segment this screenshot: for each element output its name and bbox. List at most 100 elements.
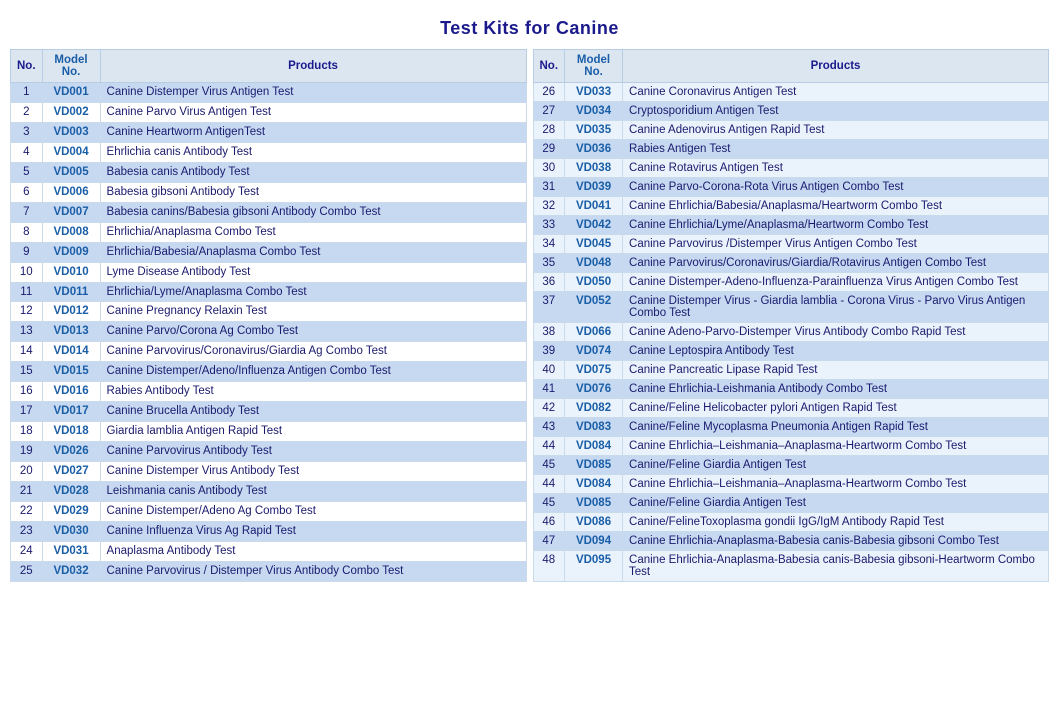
row-product: Canine Parvovirus / Distemper Virus Anti…	[100, 561, 526, 581]
row-model: VD003	[42, 122, 100, 142]
row-model: VD004	[42, 142, 100, 162]
row-no: 2	[11, 102, 43, 122]
row-model: VD032	[42, 561, 100, 581]
right-col-model: Model No.	[565, 50, 623, 83]
row-product: Canine/Feline Mycoplasma Pneumonia Antig…	[623, 418, 1049, 437]
row-model: VD018	[42, 422, 100, 442]
row-no: 15	[11, 362, 43, 382]
table-row: 8 VD008 Ehrlichia/Anaplasma Combo Test	[11, 222, 527, 242]
row-model: VD027	[42, 462, 100, 482]
row-product: Canine Ehrlichia–Leishmania–Anaplasma-He…	[623, 437, 1049, 456]
row-no: 20	[11, 462, 43, 482]
table-row: 14 VD014 Canine Parvovirus/Coronavirus/G…	[11, 342, 527, 362]
table-row: 23 VD030 Canine Influenza Virus Ag Rapid…	[11, 521, 527, 541]
row-model: VD006	[42, 182, 100, 202]
row-product: Canine/Feline Giardia Antigen Test	[623, 494, 1049, 513]
row-no: 24	[11, 541, 43, 561]
row-product: Canine Parvo-Corona-Rota Virus Antigen C…	[623, 178, 1049, 197]
row-model: VD086	[565, 513, 623, 532]
row-model: VD012	[42, 302, 100, 322]
row-no: 22	[11, 502, 43, 522]
left-table: No. Model No. Products 1 VD001 Canine Di…	[10, 49, 527, 582]
table-row: 18 VD018 Giardia lamblia Antigen Rapid T…	[11, 422, 527, 442]
row-no: 5	[11, 162, 43, 182]
row-product: Cryptosporidium Antigen Test	[623, 102, 1049, 121]
row-product: Canine Ehrlichia/Lyme/Anaplasma/Heartwor…	[623, 216, 1049, 235]
row-model: VD045	[565, 235, 623, 254]
row-no: 36	[533, 273, 565, 292]
row-product: Canine Adenovirus Antigen Rapid Test	[623, 121, 1049, 140]
row-no: 9	[11, 242, 43, 262]
row-product: Canine Coronavirus Antigen Test	[623, 83, 1049, 102]
table-row: 45 VD085 Canine/Feline Giardia Antigen T…	[533, 494, 1049, 513]
row-product: Canine/FelineToxoplasma gondii IgG/IgM A…	[623, 513, 1049, 532]
table-row: 31 VD039 Canine Parvo-Corona-Rota Virus …	[533, 178, 1049, 197]
table-row: 29 VD036 Rabies Antigen Test	[533, 140, 1049, 159]
row-product: Canine Ehrlichia–Leishmania–Anaplasma-He…	[623, 475, 1049, 494]
row-no: 44	[533, 475, 565, 494]
row-no: 30	[533, 159, 565, 178]
row-model: VD083	[565, 418, 623, 437]
row-product: Rabies Antigen Test	[623, 140, 1049, 159]
row-model: VD085	[565, 456, 623, 475]
row-no: 18	[11, 422, 43, 442]
row-no: 14	[11, 342, 43, 362]
row-model: VD010	[42, 262, 100, 282]
left-col-model: Model No.	[42, 50, 100, 83]
row-product: Canine Pregnancy Relaxin Test	[100, 302, 526, 322]
row-product: Ehrlichia/Babesia/Anaplasma Combo Test	[100, 242, 526, 262]
row-model: VD084	[565, 475, 623, 494]
row-product: Ehrlichia canis Antibody Test	[100, 142, 526, 162]
row-model: VD039	[565, 178, 623, 197]
table-row: 11 VD011 Ehrlichia/Lyme/Anaplasma Combo …	[11, 282, 527, 302]
row-no: 31	[533, 178, 565, 197]
row-product: Canine Brucella Antibody Test	[100, 402, 526, 422]
table-row: 5 VD005 Babesia canis Antibody Test	[11, 162, 527, 182]
right-col-products: Products	[623, 50, 1049, 83]
row-no: 26	[533, 83, 565, 102]
row-product: Giardia lamblia Antigen Rapid Test	[100, 422, 526, 442]
row-product: Canine Parvovirus Antibody Test	[100, 442, 526, 462]
row-no: 44	[533, 437, 565, 456]
row-model: VD076	[565, 380, 623, 399]
row-model: VD038	[565, 159, 623, 178]
row-no: 23	[11, 521, 43, 541]
row-product: Canine Ehrlichia-Leishmania Antibody Com…	[623, 380, 1049, 399]
row-product: Babesia canis Antibody Test	[100, 162, 526, 182]
row-product: Canine Distemper-Adeno-Influenza-Parainf…	[623, 273, 1049, 292]
row-no: 41	[533, 380, 565, 399]
table-row: 15 VD015 Canine Distemper/Adeno/Influenz…	[11, 362, 527, 382]
row-product: Canine Ehrlichia/Babesia/Anaplasma/Heart…	[623, 197, 1049, 216]
row-no: 27	[533, 102, 565, 121]
row-model: VD026	[42, 442, 100, 462]
row-product: Canine Influenza Virus Ag Rapid Test	[100, 521, 526, 541]
row-product: Canine Leptospira Antibody Test	[623, 342, 1049, 361]
table-row: 36 VD050 Canine Distemper-Adeno-Influenz…	[533, 273, 1049, 292]
right-table: No. Model No. Products 26 VD033 Canine C…	[533, 49, 1050, 582]
table-row: 24 VD031 Anaplasma Antibody Test	[11, 541, 527, 561]
table-row: 6 VD006 Babesia gibsoni Antibody Test	[11, 182, 527, 202]
table-row: 2 VD002 Canine Parvo Virus Antigen Test	[11, 102, 527, 122]
table-row: 22 VD029 Canine Distemper/Adeno Ag Combo…	[11, 502, 527, 522]
table-row: 28 VD035 Canine Adenovirus Antigen Rapid…	[533, 121, 1049, 140]
row-model: VD066	[565, 323, 623, 342]
table-row: 38 VD066 Canine Adeno-Parvo-Distemper Vi…	[533, 323, 1049, 342]
row-no: 48	[533, 551, 565, 582]
table-row: 27 VD034 Cryptosporidium Antigen Test	[533, 102, 1049, 121]
row-model: VD084	[565, 437, 623, 456]
row-model: VD011	[42, 282, 100, 302]
table-row: 39 VD074 Canine Leptospira Antibody Test	[533, 342, 1049, 361]
row-model: VD048	[565, 254, 623, 273]
row-model: VD082	[565, 399, 623, 418]
row-no: 4	[11, 142, 43, 162]
row-no: 1	[11, 83, 43, 103]
row-product: Canine Ehrlichia-Anaplasma-Babesia canis…	[623, 551, 1049, 582]
table-row: 34 VD045 Canine Parvovirus /Distemper Vi…	[533, 235, 1049, 254]
left-col-products: Products	[100, 50, 526, 83]
row-model: VD094	[565, 532, 623, 551]
row-product: Canine Parvovirus/Coronavirus/Giardia Ag…	[100, 342, 526, 362]
row-model: VD041	[565, 197, 623, 216]
row-product: Babesia canins/Babesia gibsoni Antibody …	[100, 202, 526, 222]
row-no: 43	[533, 418, 565, 437]
row-model: VD050	[565, 273, 623, 292]
